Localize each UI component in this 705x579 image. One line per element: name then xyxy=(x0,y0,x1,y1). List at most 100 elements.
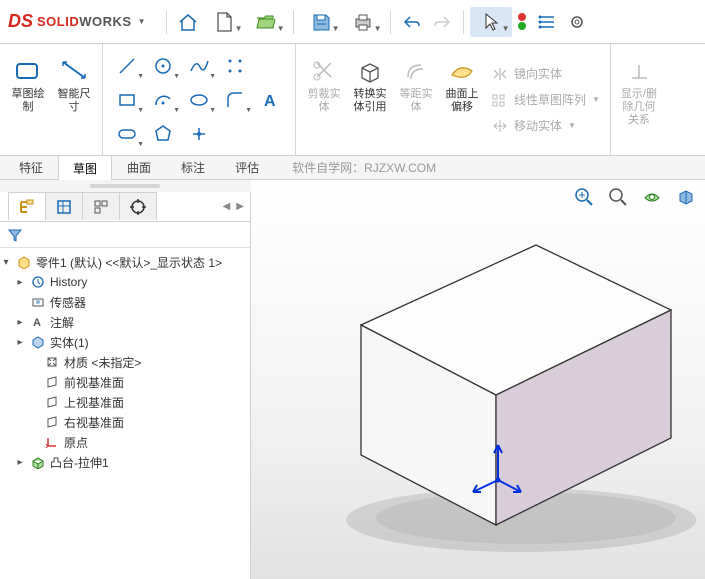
trim-button[interactable]: 剪裁实 体 xyxy=(302,50,346,150)
svg-text:A: A xyxy=(33,317,41,329)
solid-icon xyxy=(31,335,45,349)
tab-features[interactable]: 特征 xyxy=(4,154,58,179)
convert-entities-button[interactable]: 转换实 体引用 xyxy=(348,50,392,150)
tree-top-plane[interactable]: 上视基准面 xyxy=(0,392,250,412)
display-relations-button[interactable]: 显示/删 除几何 关系 xyxy=(617,50,661,150)
offset-entities-button[interactable]: 等距实 体 xyxy=(394,50,438,150)
home-button[interactable] xyxy=(173,7,203,37)
tab-sketch[interactable]: 草图 xyxy=(58,155,112,180)
folder-open-icon xyxy=(255,12,277,32)
rectangle-icon xyxy=(116,90,138,110)
open-button[interactable]: ▼ xyxy=(245,7,287,37)
circle-button[interactable]: ▼ xyxy=(145,49,181,83)
chevron-down-icon[interactable]: ▼ xyxy=(138,17,146,26)
tree-annotations[interactable]: ▸A注解 xyxy=(0,312,250,332)
model-3d-box xyxy=(251,180,705,579)
plane-icon xyxy=(45,415,59,429)
undo-button[interactable] xyxy=(397,7,427,37)
feature-tree-tab[interactable] xyxy=(8,192,46,220)
funnel-icon[interactable] xyxy=(6,227,24,243)
label: 等距实 体 xyxy=(400,88,433,114)
new-button[interactable]: ▼ xyxy=(203,7,245,37)
print-button[interactable]: ▼ xyxy=(342,7,384,37)
line-button[interactable]: ▼ xyxy=(109,49,145,83)
settings-button[interactable] xyxy=(562,7,592,37)
panel-grip[interactable] xyxy=(0,180,251,192)
sketch-icon xyxy=(13,58,43,84)
expand-icon[interactable]: ▸ xyxy=(14,317,26,328)
fillet-button[interactable]: ▼ xyxy=(217,83,253,117)
ellipse-icon xyxy=(188,90,210,110)
redo-button[interactable] xyxy=(427,7,457,37)
command-manager-tabs: 特征 草图 曲面 标注 评估 软件自学网：RJZXW.COM xyxy=(0,156,705,180)
collapse-icon[interactable]: ▾ xyxy=(0,257,12,268)
tab-surface[interactable]: 曲面 xyxy=(112,154,166,179)
point-grid-button[interactable] xyxy=(217,49,253,83)
label: 凸台-拉伸1 xyxy=(50,454,109,471)
move-entities-button[interactable]: 移动实体▼ xyxy=(486,113,604,139)
save-icon xyxy=(311,12,331,32)
label: 智能尺 寸 xyxy=(58,88,91,114)
graphics-viewport[interactable] xyxy=(251,180,705,579)
arc-button[interactable]: ▼ xyxy=(145,83,181,117)
tree-origin[interactable]: 原点 xyxy=(0,432,250,452)
fillet-icon xyxy=(224,89,246,111)
surface-icon xyxy=(448,59,476,83)
rebuild-status-icon[interactable] xyxy=(518,13,526,30)
label: History xyxy=(50,275,87,289)
slot-icon xyxy=(116,126,138,142)
tab-evaluate[interactable]: 评估 xyxy=(220,154,274,179)
chevron-down-icon: ▼ xyxy=(277,24,285,33)
sketch-button[interactable]: 草图绘 制 xyxy=(6,50,50,150)
rectangle-button[interactable]: ▼ xyxy=(109,83,145,117)
point-button[interactable] xyxy=(181,117,217,151)
dimxpert-tab[interactable] xyxy=(119,192,157,220)
history-icon xyxy=(31,275,45,289)
slot-button[interactable]: ▼ xyxy=(109,117,145,151)
tree-extrude[interactable]: ▸ 凸台-拉伸1 xyxy=(0,452,250,472)
panel-next[interactable]: ▶ xyxy=(234,199,246,214)
expand-icon[interactable]: ▸ xyxy=(14,337,26,348)
tree-root[interactable]: ▾ 零件1 (默认) <<默认>_显示状态 1> xyxy=(0,252,250,272)
tree-solid-bodies[interactable]: ▸实体(1) xyxy=(0,332,250,352)
text-button[interactable]: A xyxy=(253,83,289,117)
sensor-icon xyxy=(31,295,45,309)
label: 前视基准面 xyxy=(64,374,124,391)
target-icon xyxy=(129,198,147,216)
config-tab[interactable] xyxy=(82,192,120,220)
surface-offset-button[interactable]: 曲面上 偏移 xyxy=(440,50,484,150)
separator xyxy=(293,10,294,34)
property-tab[interactable] xyxy=(45,192,83,220)
pattern-icon xyxy=(491,92,509,108)
list-icon xyxy=(537,12,557,32)
select-button[interactable]: ▼ xyxy=(470,7,512,37)
title-bar: DS SOLIDWORKS ▼ ▼ ▼ ▼ ▼ ▼ xyxy=(0,0,705,44)
move-icon xyxy=(491,118,509,134)
save-button[interactable]: ▼ xyxy=(300,7,342,37)
app-logo: DS SOLIDWORKS ▼ xyxy=(8,11,146,32)
label: 原点 xyxy=(64,434,88,451)
spline-button[interactable]: ▼ xyxy=(181,49,217,83)
tree-right-plane[interactable]: 右视基准面 xyxy=(0,412,250,432)
tree-material[interactable]: 材质 <未指定> xyxy=(0,352,250,372)
tree-front-plane[interactable]: 前视基准面 xyxy=(0,372,250,392)
polygon-button[interactable] xyxy=(145,117,181,151)
chevron-down-icon: ▼ xyxy=(502,24,510,33)
linear-pattern-button[interactable]: 线性草图阵列▼ xyxy=(486,87,604,113)
expand-icon[interactable]: ▸ xyxy=(14,277,26,288)
panel-prev[interactable]: ◀ xyxy=(221,199,233,214)
ellipse-button[interactable]: ▼ xyxy=(181,83,217,117)
options-button[interactable] xyxy=(532,7,562,37)
expand-icon[interactable]: ▸ xyxy=(14,457,26,468)
label: 零件1 (默认) <<默认>_显示状态 1> xyxy=(36,254,222,271)
label: 传感器 xyxy=(50,294,86,311)
feature-manager-panel: ◀▶ ▾零件1 (默认) <<默认>_显示状态 1> ▸History 传感器 … xyxy=(0,180,251,579)
tree-sensors[interactable]: 传感器 xyxy=(0,292,250,312)
smart-dimension-button[interactable]: 智能尺 寸 xyxy=(52,50,96,150)
tree-history[interactable]: ▸ History xyxy=(0,272,250,292)
tab-annotate[interactable]: 标注 xyxy=(166,154,220,179)
mirror-entities-button[interactable]: 镜向实体 xyxy=(486,61,604,87)
offset-icon xyxy=(403,59,429,83)
label: 线性草图阵列 xyxy=(514,91,586,108)
chevron-down-icon: ▼ xyxy=(235,24,243,33)
